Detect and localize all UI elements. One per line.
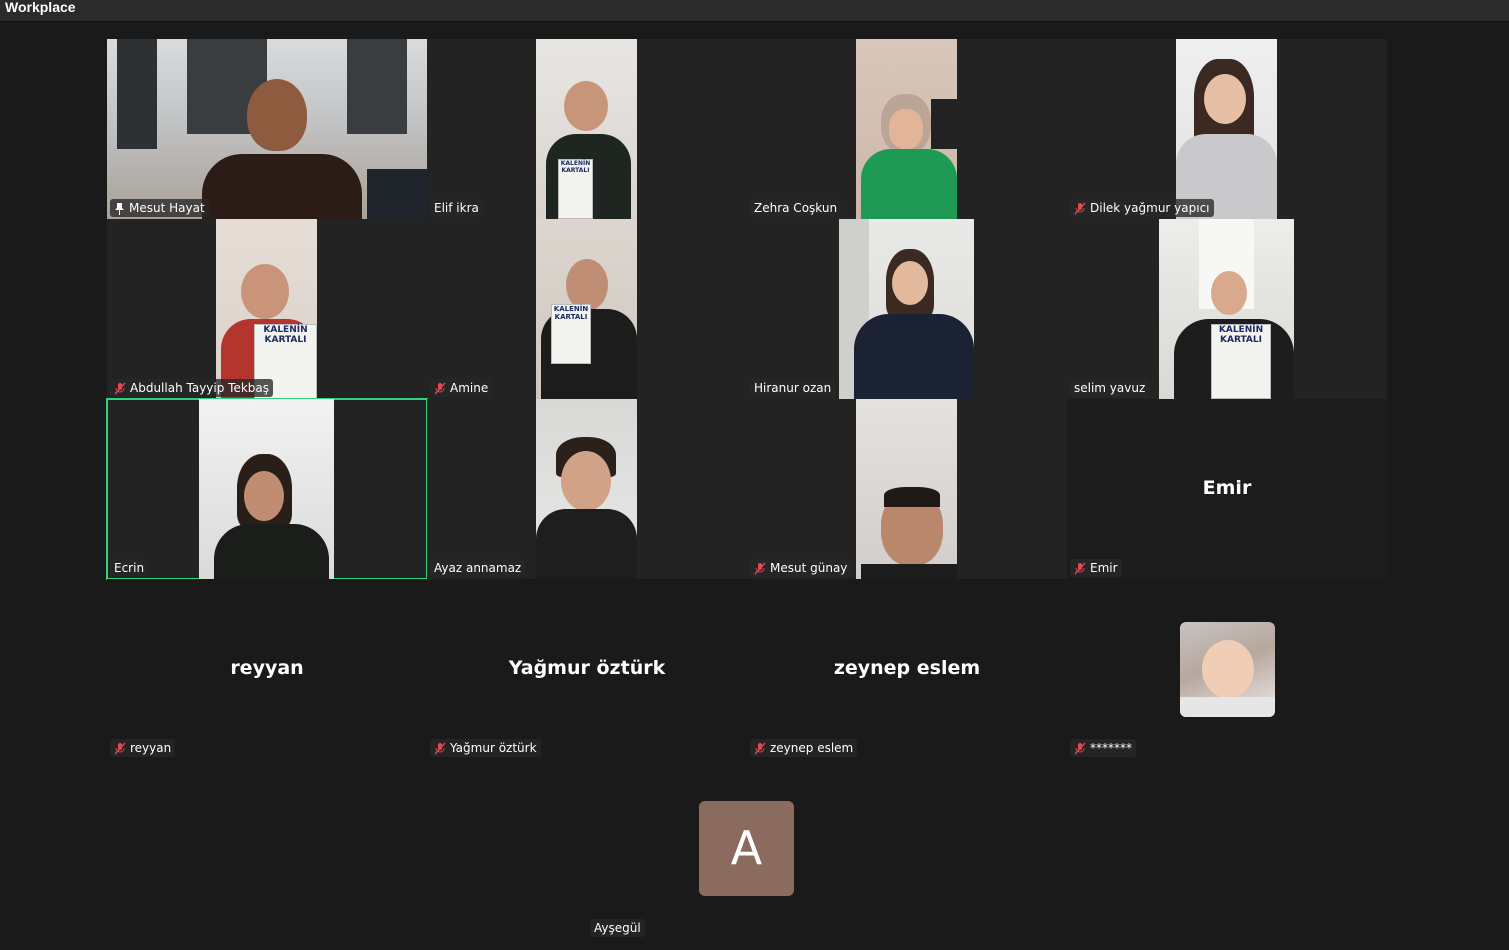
pin-icon <box>115 202 124 215</box>
book-cover: KALENİN KARTALI <box>1211 324 1271 399</box>
participant-name-label: Yağmur öztürk <box>430 739 541 757</box>
participant-video <box>536 399 637 579</box>
participant-tile-selim-yavuz[interactable]: KALENİN KARTALI selim yavuz <box>1067 219 1387 399</box>
participant-name-label: ******* <box>1070 739 1136 757</box>
mic-muted-icon <box>1074 202 1086 214</box>
participant-name: Ayaz annamaz <box>434 561 522 575</box>
participant-tile-elif-ikra[interactable]: KALENİN KARTALI Elif ikra <box>427 39 747 219</box>
participant-display-name: zeynep eslem <box>833 657 981 679</box>
participant-name: Hiranur ozan <box>754 381 832 395</box>
participant-name: Ecrin <box>114 561 145 575</box>
participant-name-label: reyyan <box>110 739 176 757</box>
participant-name-label: selim yavuz <box>1070 379 1150 397</box>
participant-name-label: Ecrin <box>110 559 149 577</box>
participant-video: KALENİN KARTALI <box>536 219 637 399</box>
participant-tile-hiranur-ozan[interactable]: Hiranur ozan <box>747 219 1067 399</box>
participant-avatar-photo <box>1180 622 1275 717</box>
participant-name: Mesut Hayat <box>129 201 205 215</box>
participant-video: KALENİN KARTALI <box>1159 219 1294 399</box>
participant-name: Yağmur öztürk <box>450 741 537 755</box>
participant-display-name: reyyan <box>230 657 304 679</box>
mic-muted-icon <box>114 742 126 754</box>
book-cover: KALENİN KARTALI <box>551 304 591 364</box>
participant-tile-mesut-hayat[interactable]: Mesut Hayat <box>107 39 427 219</box>
window-titlebar: Workplace <box>0 0 1509 22</box>
participant-name: ******* <box>1090 741 1132 755</box>
participant-name-label: Zehra Coşkun <box>750 199 842 217</box>
participant-name: Ayşegül <box>594 921 641 935</box>
participant-name: Amine <box>450 381 489 395</box>
participant-name-label: Emir <box>1070 559 1122 577</box>
mic-muted-icon <box>1074 562 1086 574</box>
participant-name-label: Mesut günay <box>750 559 852 577</box>
participant-avatar-letter: A <box>699 801 794 896</box>
participant-video <box>856 399 957 579</box>
participant-name-label: Abdullah Tayyip Tekbaş <box>110 379 274 397</box>
mic-muted-icon <box>114 382 126 394</box>
participant-name-label: Mesut Hayat <box>110 199 209 217</box>
participant-name: zeynep eslem <box>770 741 854 755</box>
participant-video: KALENİN KARTALI <box>536 39 637 219</box>
participant-name: Mesut günay <box>770 561 848 575</box>
participant-name: Dilek yağmur yapıcı <box>1090 201 1210 215</box>
participant-name-label: Hiranur ozan <box>750 379 836 397</box>
participant-display-name: Emir <box>1202 477 1252 499</box>
book-cover: KALENİN KARTALI <box>558 159 593 219</box>
window-title: Workplace <box>5 0 76 15</box>
participant-tile-amine[interactable]: KALENİN KARTALI Amine <box>427 219 747 399</box>
participant-tile-reyyan[interactable]: reyyan reyyan <box>107 579 427 759</box>
participant-tile-yagmur-ozturk[interactable]: Yağmur öztürk Yağmur öztürk <box>427 579 747 759</box>
mic-muted-icon <box>434 742 446 754</box>
mic-muted-icon <box>754 562 766 574</box>
participant-video <box>199 399 334 579</box>
participant-name-label: Dilek yağmur yapıcı <box>1070 199 1214 217</box>
participant-name-label: Elif ikra <box>430 199 483 217</box>
participant-tile-zeynep-eslem[interactable]: zeynep eslem zeynep eslem <box>747 579 1067 759</box>
participant-tile-hidden-name[interactable]: ******* <box>1067 579 1387 759</box>
participant-tile-abdullah-tayyip-tekbas[interactable]: KALENİN KARTALI Abdullah Tayyip Tekbaş <box>107 219 427 399</box>
mic-muted-icon <box>1074 742 1086 754</box>
participant-tile-zehra-coskun[interactable]: Zehra Coşkun <box>747 39 1067 219</box>
participant-tile-aysegul[interactable]: A Ayşegül <box>587 759 907 939</box>
participant-video <box>107 39 427 219</box>
participant-name-label: Amine <box>430 379 493 397</box>
participant-name: Elif ikra <box>434 201 479 215</box>
participant-name-label: zeynep eslem <box>750 739 858 757</box>
participant-tile-mesut-gunay[interactable]: Mesut günay <box>747 399 1067 579</box>
participant-video: KALENİN KARTALI <box>216 219 317 399</box>
participant-name: Abdullah Tayyip Tekbaş <box>130 381 270 395</box>
participant-video <box>1176 39 1277 219</box>
participant-video <box>839 219 974 399</box>
participant-name: Emir <box>1090 561 1118 575</box>
participant-name-label: Ayşegül <box>590 919 645 937</box>
participant-name-label: Ayaz annamaz <box>430 559 526 577</box>
participant-name: reyyan <box>130 741 172 755</box>
participant-display-name: Yağmur öztürk <box>508 657 666 679</box>
participant-tile-ecrin[interactable]: Ecrin <box>106 398 428 580</box>
video-gallery: Mesut Hayat KALENİN KARTALI Elif ikra Ze… <box>0 23 1509 950</box>
participant-tile-dilek-yagmur-yapici[interactable]: Dilek yağmur yapıcı <box>1067 39 1387 219</box>
participant-tile-ayaz-annamaz[interactable]: Ayaz annamaz <box>427 399 747 579</box>
participant-name: Zehra Coşkun <box>754 201 838 215</box>
participant-tile-emir[interactable]: Emir Emir <box>1067 399 1387 579</box>
mic-muted-icon <box>754 742 766 754</box>
mic-muted-icon <box>434 382 446 394</box>
participant-name: selim yavuz <box>1074 381 1146 395</box>
participant-video <box>856 39 957 219</box>
